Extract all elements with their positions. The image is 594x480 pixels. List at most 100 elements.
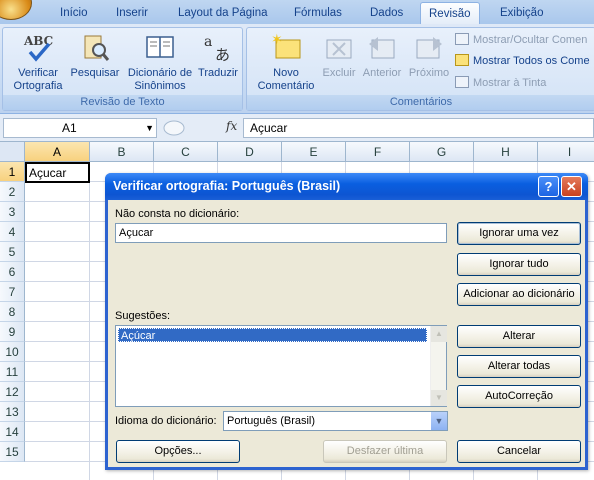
suggestions-scrollbar[interactable]: ▲ ▼ [430,326,447,406]
new-comment-icon: ✶ [270,31,302,64]
svg-text:✶: ✶ [271,32,283,47]
language-label: Idioma do dicionário: [115,415,217,427]
formula-resize-icon[interactable] [162,120,186,136]
pesquisar-label: Pesquisar [70,67,120,79]
office-button[interactable] [0,0,32,20]
select-all-corner[interactable] [0,142,25,162]
name-box[interactable]: A1 ▼ [3,118,157,138]
row-header-10[interactable]: 10 [0,342,25,362]
undo-last-button[interactable]: Desfazer última [323,440,447,463]
novo-comentario-button[interactable]: ✶ Novo Comentário [251,31,321,93]
novo-line2: Comentário [257,80,315,92]
row-header-6[interactable]: 6 [0,262,25,282]
change-all-button[interactable]: Alterar todas [457,355,581,378]
row-header-15[interactable]: 15 [0,442,25,462]
row-header-11[interactable]: 11 [0,362,25,382]
suggestions-label: Sugestões: [115,310,171,322]
tab-layout[interactable]: Layout da Página [176,5,270,24]
insert-function-icon[interactable]: fx [226,119,237,133]
row-header-3[interactable]: 3 [0,202,25,222]
tab-revisao[interactable]: Revisão [420,2,480,25]
mostrar-tinta-button[interactable]: Mostrar à Tinta [455,73,546,93]
cancel-button[interactable]: Cancelar [457,440,581,463]
thesaurus-book-icon [144,32,176,64]
dialog-title-bar[interactable]: Verificar ortografia: Português (Brasil)… [105,173,588,200]
translate-icon: a あ [202,32,234,64]
column-header-b[interactable]: B [90,142,154,162]
row-header-4[interactable]: 4 [0,222,25,242]
row-header-14[interactable]: 14 [0,422,25,442]
formula-input[interactable]: Açucar [243,118,594,138]
spellcheck-dialog: Verificar ortografia: Português (Brasil)… [105,173,588,470]
mostrar-todos-button[interactable]: Mostrar Todos os Come [455,51,590,71]
column-header-i[interactable]: I [538,142,594,162]
autocorrect-button[interactable]: AutoCorreção [457,385,581,408]
ignore-once-button[interactable]: Ignorar uma vez [457,222,581,245]
svg-text:a: a [204,34,212,50]
dicionario-line1: Dicionário de [127,67,193,79]
row-header-1[interactable]: 1 [0,162,25,182]
chevron-down-icon[interactable]: ▼ [430,412,447,430]
tab-inicio[interactable]: Início [58,5,90,24]
mostrar-ocultar-label: Mostrar/Ocultar Comen [473,34,588,46]
dialog-title: Verificar ortografia: Português (Brasil) [113,179,341,193]
svg-text:あ: あ [215,46,230,64]
change-button[interactable]: Alterar [457,325,581,348]
tab-dados[interactable]: Dados [368,5,405,24]
tab-exibicao[interactable]: Exibição [498,5,545,24]
mostrar-ocultar-button[interactable]: Mostrar/Ocultar Comen [455,30,587,50]
column-header-c[interactable]: C [154,142,218,162]
language-select[interactable]: Português (Brasil) ▼ [223,411,448,431]
proximo-label: Próximo [408,67,450,79]
row-header-7[interactable]: 7 [0,282,25,302]
verificar-line2: Ortografia [13,80,63,92]
formula-bar: A1 ▼ fx Açucar [0,114,594,142]
row-header-5[interactable]: 5 [0,242,25,262]
column-header-d[interactable]: D [218,142,282,162]
tab-formulas[interactable]: Fórmulas [292,5,344,24]
traduzir-label: Traduzir [198,67,238,79]
research-book-icon [79,32,111,64]
scroll-down-icon[interactable]: ▼ [431,390,447,406]
group-revisao-texto: ABC Verificar Ortografia Pesquisar Dicio… [2,27,243,111]
scroll-up-icon[interactable]: ▲ [431,326,447,342]
suggestion-item[interactable]: Açúcar [118,328,427,342]
row-header-12[interactable]: 12 [0,382,25,402]
dicionario-line2: Sinônimos [134,80,186,92]
column-header-f[interactable]: F [346,142,410,162]
delete-comment-icon [323,32,355,64]
row-header-13[interactable]: 13 [0,402,25,422]
column-header-e[interactable]: E [282,142,346,162]
show-all-comments-icon [455,54,469,66]
row-header-2[interactable]: 2 [0,182,25,202]
row-header-8[interactable]: 8 [0,302,25,322]
pesquisar-button[interactable]: Pesquisar [67,32,123,80]
mostrar-todos-label: Mostrar Todos os Come [473,55,590,67]
options-button[interactable]: Opções... [116,440,240,463]
column-header-g[interactable]: G [410,142,474,162]
tab-inserir[interactable]: Inserir [114,5,150,24]
row-header-9[interactable]: 9 [0,322,25,342]
chevron-down-icon[interactable]: ▼ [145,119,154,137]
not-in-dictionary-field[interactable]: Açucar [115,223,447,243]
spellcheck-icon: ABC [22,32,54,64]
anterior-button[interactable]: Anterior [357,32,407,80]
traduzir-button[interactable]: a あ Traduzir [195,32,241,80]
column-header-a[interactable]: A [25,142,90,162]
verificar-ortografia-button[interactable]: ABC Verificar Ortografia [7,32,69,93]
group-label-revisao: Revisão de Texto [3,95,242,110]
help-button[interactable]: ? [538,176,559,197]
ignore-all-button[interactable]: Ignorar tudo [457,253,581,276]
active-cell-a1[interactable]: Açucar [25,162,90,183]
excluir-button[interactable]: Excluir [319,32,359,80]
novo-line1: Novo [273,67,299,79]
ribbon: ABC Verificar Ortografia Pesquisar Dicio… [0,24,594,114]
proximo-button[interactable]: Próximo [405,32,453,80]
language-value: Português (Brasil) [227,415,316,427]
column-header-h[interactable]: H [474,142,538,162]
add-to-dictionary-button[interactable]: Adicionar ao dicionário [457,283,581,306]
dicionario-sinonimos-button[interactable]: Dicionário de Sinônimos [123,32,197,93]
suggestions-list[interactable]: Açúcar ▲ ▼ [115,325,447,407]
formula-buttons: fx [160,118,242,138]
close-button[interactable]: ✕ [561,176,582,197]
